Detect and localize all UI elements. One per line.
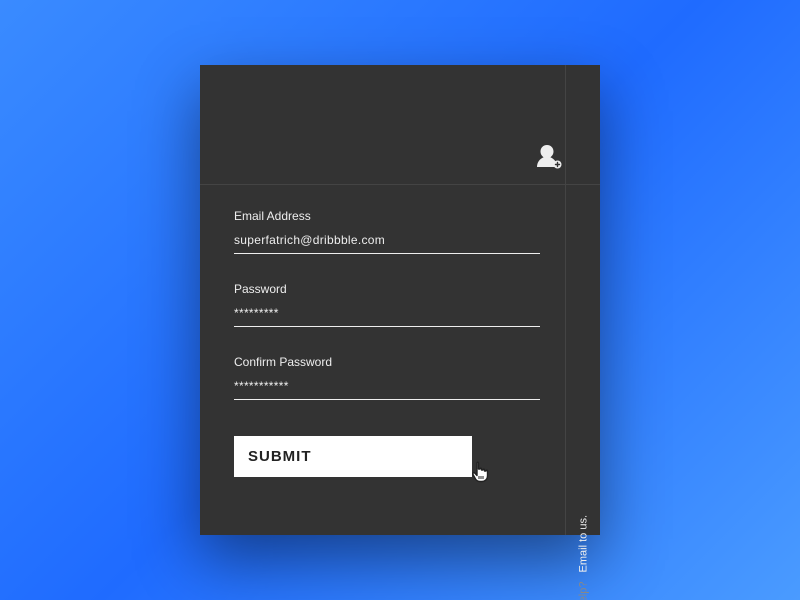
help-email-link[interactable]: Email to us.: [578, 515, 590, 572]
confirm-password-field-group: Confirm Password: [234, 355, 540, 400]
pointer-cursor-icon: [456, 461, 476, 483]
email-field-group: Email Address: [234, 209, 540, 254]
email-field[interactable]: [234, 229, 540, 254]
confirm-password-label: Confirm Password: [234, 355, 540, 369]
password-label: Password: [234, 282, 540, 296]
confirm-password-field[interactable]: [234, 375, 540, 400]
email-label: Email Address: [234, 209, 540, 223]
help-rail: Need Help? Email to us.: [578, 515, 590, 600]
password-field[interactable]: [234, 302, 540, 327]
add-user-icon: [534, 142, 562, 170]
password-field-group: Password: [234, 282, 540, 327]
help-label: Need Help?: [578, 582, 590, 600]
signup-card: Email Address Password Confirm Password …: [200, 65, 600, 535]
card-header: [200, 65, 600, 185]
submit-button-label: SUBMIT: [248, 448, 312, 465]
submit-button[interactable]: SUBMIT: [234, 436, 472, 477]
signup-form: Email Address Password Confirm Password …: [200, 185, 600, 535]
